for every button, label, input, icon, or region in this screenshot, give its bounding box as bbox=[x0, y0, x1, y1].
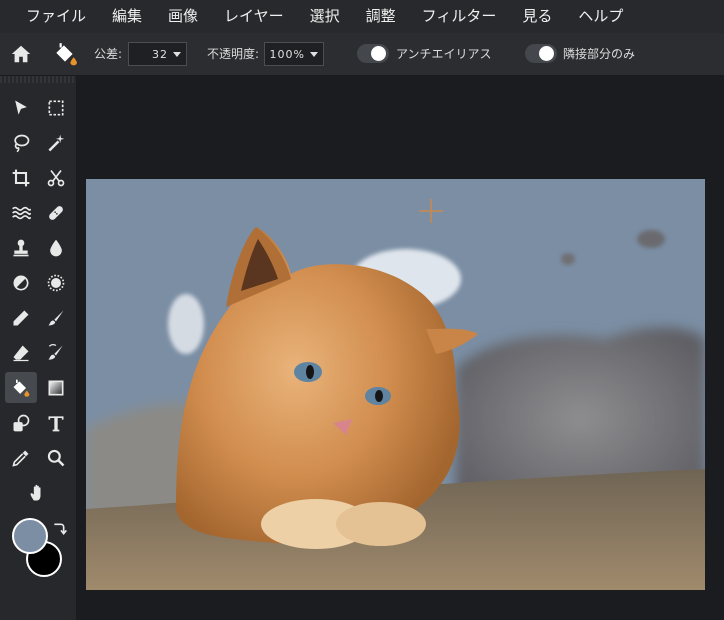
foreground-color-swatch[interactable] bbox=[12, 518, 48, 554]
chevron-down-icon bbox=[310, 51, 318, 57]
arrow-cursor-icon bbox=[15, 100, 27, 115]
pencil-icon bbox=[13, 310, 29, 325]
healing-tool[interactable] bbox=[40, 197, 72, 228]
drop-icon bbox=[50, 239, 62, 256]
magic-wand-tool[interactable] bbox=[40, 127, 72, 158]
clone-stamp-tool[interactable] bbox=[5, 232, 37, 263]
scissors-icon bbox=[47, 169, 65, 186]
text-tool[interactable] bbox=[40, 407, 72, 438]
move-tool[interactable] bbox=[5, 92, 37, 123]
menu-select[interactable]: 選択 bbox=[297, 0, 353, 33]
hand-tool[interactable] bbox=[22, 477, 54, 508]
antialias-label: アンチエイリアス bbox=[396, 47, 492, 61]
shapes-icon bbox=[13, 414, 30, 431]
canvas-workspace[interactable] bbox=[77, 76, 724, 620]
cat-photo bbox=[86, 179, 705, 590]
marquee-icon bbox=[48, 100, 64, 115]
contiguous-label: 隣接部分のみ bbox=[563, 47, 636, 61]
paint-bucket-icon bbox=[52, 41, 78, 67]
pencil-tool[interactable] bbox=[5, 302, 37, 333]
menu-file[interactable]: ファイル bbox=[0, 0, 99, 33]
opacity-label: 不透明度: bbox=[207, 47, 260, 61]
color-replace-tool[interactable] bbox=[40, 337, 72, 368]
eraser-tool[interactable] bbox=[5, 337, 37, 368]
dodge-icon bbox=[13, 275, 29, 290]
lasso-tool[interactable] bbox=[5, 127, 37, 158]
tools-panel bbox=[0, 76, 77, 620]
bandage-icon bbox=[49, 205, 63, 220]
panel-grip[interactable] bbox=[0, 76, 76, 83]
color-replace-icon bbox=[48, 343, 63, 360]
hand-icon bbox=[30, 484, 41, 500]
magnifier-icon bbox=[47, 449, 65, 466]
toggle-knob bbox=[539, 46, 554, 61]
sponge-tool[interactable] bbox=[40, 267, 72, 298]
chevron-down-icon bbox=[173, 51, 181, 57]
tolerance-value: 32 bbox=[152, 47, 168, 61]
waves-icon bbox=[12, 206, 31, 219]
dodge-tool[interactable] bbox=[5, 267, 37, 298]
eraser-icon bbox=[13, 345, 29, 361]
home-icon[interactable] bbox=[10, 43, 32, 65]
menu-edit[interactable]: 編集 bbox=[99, 0, 155, 33]
lasso-icon bbox=[14, 134, 30, 152]
cut-tool[interactable] bbox=[40, 162, 72, 193]
sponge-icon bbox=[47, 274, 65, 291]
liquify-tool[interactable] bbox=[5, 197, 37, 228]
gradient-icon bbox=[48, 380, 64, 395]
contiguous-toggle[interactable] bbox=[525, 44, 557, 63]
brush-icon bbox=[48, 310, 64, 325]
brush-tool[interactable] bbox=[40, 302, 72, 333]
text-icon bbox=[48, 415, 64, 431]
paint-bucket-icon bbox=[13, 379, 30, 397]
magic-wand-icon bbox=[48, 134, 65, 151]
toggle-knob bbox=[371, 46, 386, 61]
menu-view[interactable]: 見る bbox=[509, 0, 565, 33]
crop-icon bbox=[12, 169, 30, 186]
menu-help[interactable]: ヘルプ bbox=[565, 0, 636, 33]
tool-options-bar: 公差: 32 不透明度: 100% アンチエイリアス 隣接部分のみ bbox=[0, 33, 724, 76]
opacity-value: 100% bbox=[269, 47, 305, 61]
crop-tool[interactable] bbox=[5, 162, 37, 193]
swap-colors-icon[interactable] bbox=[51, 521, 67, 537]
menu-filter[interactable]: フィルター bbox=[409, 0, 510, 33]
eyedropper-tool[interactable] bbox=[5, 442, 37, 473]
gradient-tool[interactable] bbox=[40, 372, 72, 403]
marquee-tool[interactable] bbox=[40, 92, 72, 123]
menu-image[interactable]: 画像 bbox=[155, 0, 211, 33]
tolerance-select[interactable]: 32 bbox=[128, 42, 187, 66]
menu-bar: ファイル 編集 画像 レイヤー 選択 調整 フィルター 見る ヘルプ bbox=[0, 0, 724, 33]
antialias-toggle[interactable] bbox=[357, 44, 389, 63]
zoom-tool[interactable] bbox=[40, 442, 72, 473]
paint-bucket-tool[interactable] bbox=[5, 372, 37, 403]
opacity-select[interactable]: 100% bbox=[264, 42, 324, 66]
canvas-image[interactable] bbox=[86, 179, 705, 590]
menu-layer[interactable]: レイヤー bbox=[211, 0, 297, 33]
menu-adjust[interactable]: 調整 bbox=[353, 0, 409, 33]
eyedropper-icon bbox=[12, 450, 29, 467]
tolerance-label: 公差: bbox=[94, 47, 123, 61]
blur-tool[interactable] bbox=[40, 232, 72, 263]
stamp-icon bbox=[13, 239, 29, 256]
shape-tool[interactable] bbox=[5, 407, 37, 438]
